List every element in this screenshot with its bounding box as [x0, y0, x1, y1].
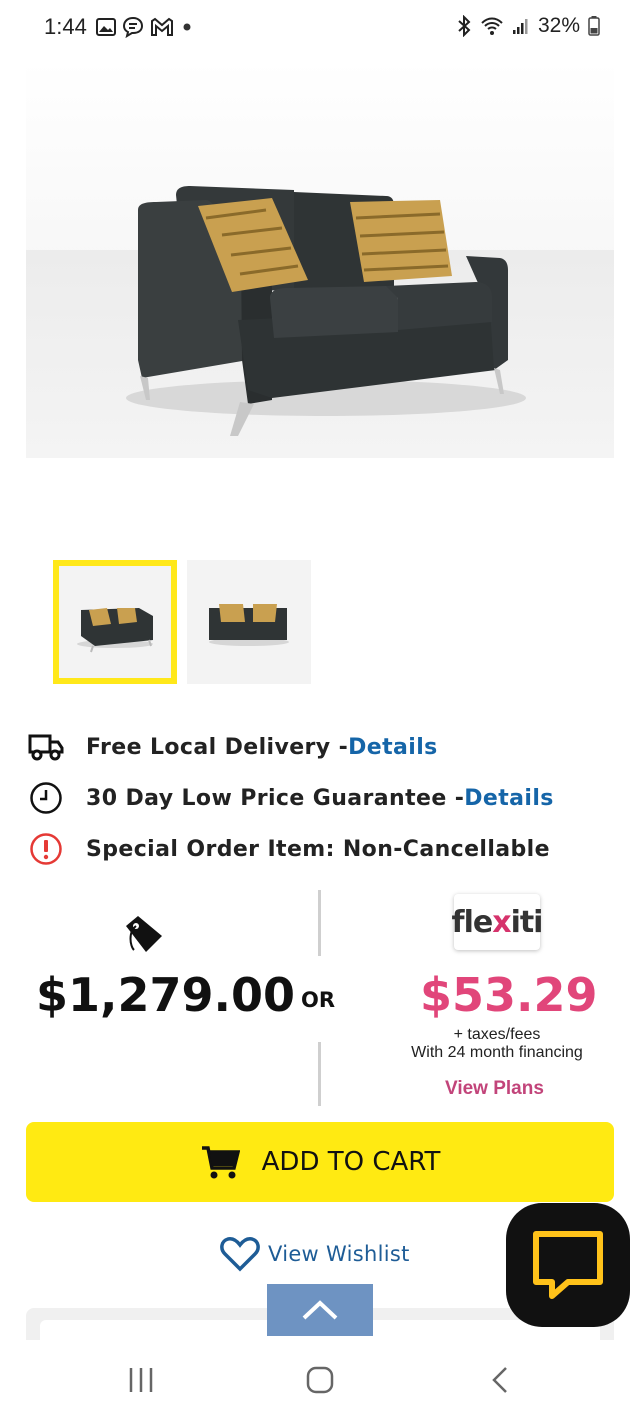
chat-button[interactable]: [506, 1203, 630, 1327]
status-right: 32%: [456, 14, 600, 38]
product-price: $1,279.00: [36, 968, 295, 1022]
alert-icon: [28, 831, 64, 867]
guarantee-details-link[interactable]: Details: [464, 786, 554, 811]
gmail-icon: [151, 17, 173, 36]
loveseat-image: [26, 60, 614, 458]
wifi-icon: [481, 17, 503, 35]
flexiti-logo-text: flexiti: [451, 904, 544, 940]
feature-price-guarantee: 30 Day Low Price Guarantee - Details: [28, 780, 554, 816]
thumbnail-straight[interactable]: [187, 560, 311, 684]
status-time: 1:44: [44, 14, 87, 39]
flexiti-logo: flexiti: [451, 894, 544, 950]
divider-top: [318, 890, 321, 956]
add-to-cart-button[interactable]: ADD TO CART: [26, 1122, 614, 1202]
notification-icons: [96, 16, 194, 38]
pricing-section: $1,279.00 OR flexiti $53.29 + taxes/fees…: [0, 880, 640, 1110]
finance-note-months: With 24 month financing: [411, 1044, 583, 1061]
feature-delivery: Free Local Delivery - Details: [28, 729, 438, 765]
view-wishlist-link[interactable]: View Wishlist: [220, 1234, 410, 1274]
home-button[interactable]: [300, 1360, 340, 1400]
scroll-to-top-button[interactable]: [267, 1284, 373, 1336]
navigation-bar: [0, 1340, 640, 1422]
bluetooth-icon: [458, 15, 471, 37]
battery-icon: [588, 16, 600, 36]
status-bar: 1:44 32%: [0, 0, 640, 60]
cart-icon: [201, 1146, 240, 1179]
product-image[interactable]: [26, 60, 614, 458]
finance-note-taxes: + taxes/fees: [453, 1026, 541, 1043]
or-label: OR: [301, 988, 336, 1012]
message-icon: [122, 16, 144, 38]
thumbnail-straight-image: [187, 560, 311, 684]
back-icon: [492, 1367, 507, 1393]
signal-icon: [512, 19, 528, 34]
add-to-cart-label: ADD TO CART: [261, 1147, 441, 1177]
feature-delivery-text: Free Local Delivery -: [86, 734, 349, 760]
recent-apps-button[interactable]: [121, 1360, 161, 1400]
thumbnail-front[interactable]: [53, 560, 177, 684]
truck-icon: [28, 729, 64, 765]
feature-guarantee-text: 30 Day Low Price Guarantee -: [86, 785, 465, 811]
feature-special-order: Special Order Item: Non-Cancellable: [28, 831, 550, 867]
feature-special-order-text: Special Order Item: Non-Cancellable: [86, 836, 550, 862]
image-icon: [96, 18, 116, 36]
finance-price: $53.29: [420, 968, 598, 1022]
price-tag-icon: [126, 916, 162, 952]
recent-apps-icon: [129, 1368, 153, 1392]
chat-icon: [533, 1231, 603, 1299]
wishlist-label: View Wishlist: [268, 1242, 410, 1266]
clock-icon: [28, 780, 64, 816]
chevron-up-icon: [302, 1300, 338, 1320]
delivery-details-link[interactable]: Details: [348, 735, 438, 760]
home-icon: [306, 1366, 334, 1394]
thumbnail-front-image: [59, 566, 171, 678]
back-button[interactable]: [480, 1360, 520, 1400]
dot-icon: [183, 23, 191, 31]
battery-percent: 32%: [537, 14, 580, 37]
divider-bottom: [318, 1042, 321, 1106]
heart-icon: [220, 1237, 260, 1272]
view-plans-link[interactable]: View Plans: [445, 1078, 544, 1100]
